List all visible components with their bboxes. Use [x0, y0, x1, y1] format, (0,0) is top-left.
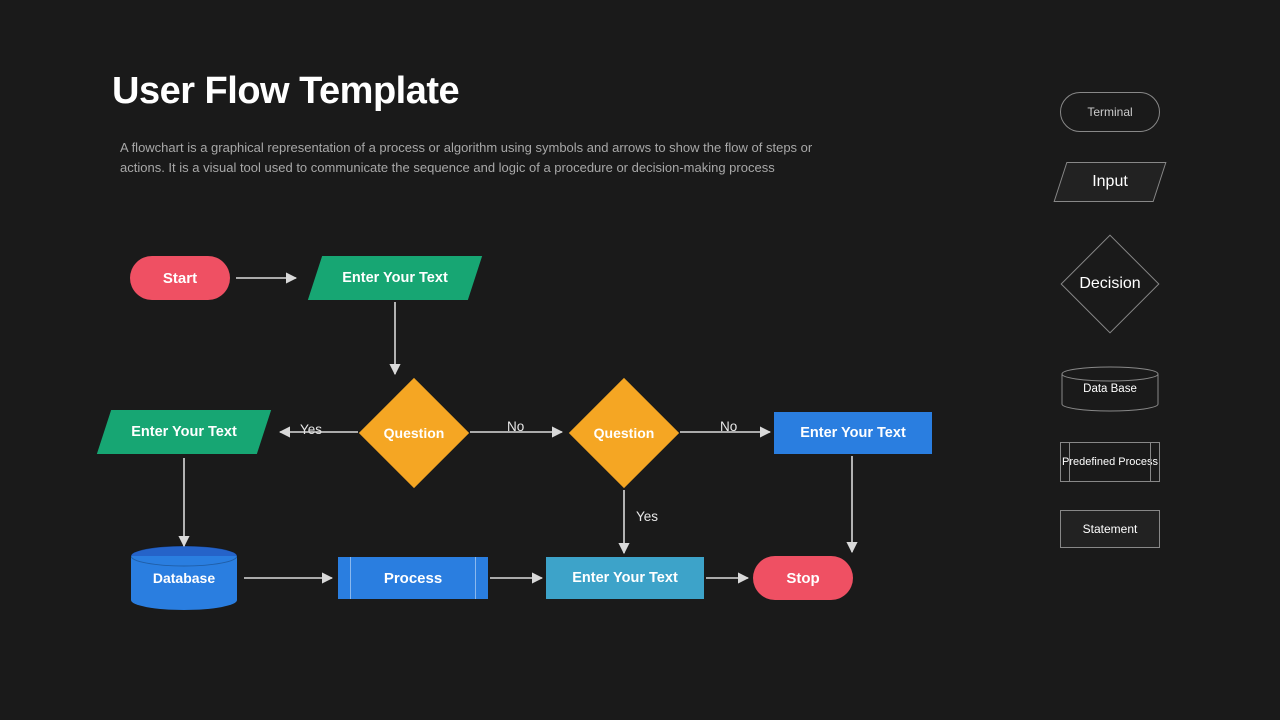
node-input-1-label: Enter Your Text [342, 270, 448, 286]
legend-predefined-label: Predefined Process [1062, 456, 1158, 468]
node-database[interactable]: Database [129, 552, 239, 604]
node-statement-right-label: Enter Your Text [800, 425, 906, 441]
node-decision-2[interactable]: Question [569, 378, 679, 488]
legend-database: Data Base [1060, 366, 1160, 412]
node-statement-cyan-label: Enter Your Text [572, 570, 678, 586]
node-decision-1-label: Question [384, 425, 445, 441]
legend-terminal-label: Terminal [1087, 105, 1132, 119]
edge-label-no-1: No [507, 419, 524, 434]
node-statement-cyan[interactable]: Enter Your Text [546, 557, 704, 599]
node-input-1[interactable]: Enter Your Text [315, 256, 475, 300]
node-database-label: Database [153, 570, 215, 586]
legend-decision: Decision [1060, 234, 1160, 334]
page-title: User Flow Template [112, 70, 459, 113]
node-input-2-label: Enter Your Text [131, 424, 237, 440]
edge-label-no-2: No [720, 419, 737, 434]
node-input-2[interactable]: Enter Your Text [104, 410, 264, 454]
node-statement-right[interactable]: Enter Your Text [774, 412, 932, 454]
legend-panel: Terminal Input Decision Data Base Predef… [1060, 92, 1170, 548]
node-process-label: Process [384, 570, 442, 587]
legend-statement-label: Statement [1083, 522, 1138, 536]
edge-label-yes-2: Yes [636, 509, 658, 524]
node-decision-1[interactable]: Question [359, 378, 469, 488]
legend-database-label: Data Base [1083, 383, 1137, 395]
node-stop[interactable]: Stop [753, 556, 853, 600]
legend-input: Input [1060, 162, 1160, 202]
legend-decision-label: Decision [1079, 275, 1140, 293]
edge-label-yes-1: Yes [300, 422, 322, 437]
legend-statement: Statement [1060, 510, 1160, 548]
legend-predefined-process: Predefined Process [1060, 442, 1160, 482]
node-start-label: Start [163, 270, 197, 287]
legend-input-label: Input [1092, 173, 1128, 191]
node-decision-2-label: Question [594, 425, 655, 441]
node-start[interactable]: Start [130, 256, 230, 300]
legend-terminal: Terminal [1060, 92, 1160, 132]
node-stop-label: Stop [786, 570, 819, 587]
node-predefined-process[interactable]: Process [338, 557, 488, 599]
page-description: A flowchart is a graphical representatio… [120, 138, 840, 178]
